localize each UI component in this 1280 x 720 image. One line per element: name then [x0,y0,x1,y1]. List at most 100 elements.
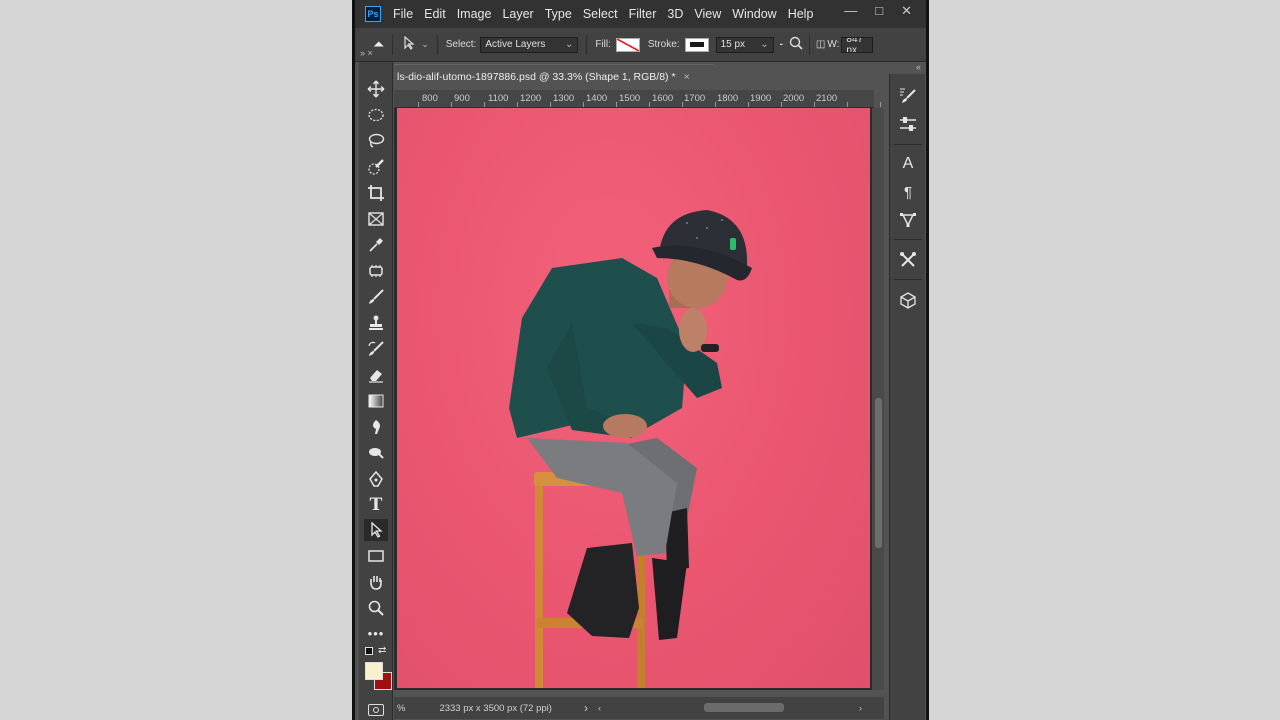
menu-select[interactable]: Select [583,7,618,21]
chevron-down-icon[interactable]: ⌄ [421,39,429,50]
options-bar: ⏶ ⌄ Select: Active Layers ⌄ Fill: Stroke… [355,28,926,62]
character-icon[interactable]: A [898,154,918,174]
patch-icon[interactable] [364,260,388,282]
chevron-down-icon: ⌄ [564,39,574,50]
gradient-icon[interactable] [364,390,388,412]
divider [436,34,438,55]
chevron-down-icon: ⌄ [760,39,769,50]
fill-label: Fill: [595,39,611,50]
divider [808,34,810,55]
status-bar: % 2333 px x 3500 px (72 ppi) › ‹ › [394,697,884,719]
ruler-label: 1900 [750,93,772,104]
fill-swatch[interactable] [615,37,640,52]
hand-icon[interactable] [364,571,388,593]
photoshop-window: Ps File Edit Image Layer Type Select Fil… [355,0,926,720]
move-icon[interactable] [364,78,388,100]
menu-help[interactable]: Help [788,7,814,21]
quick-select-icon[interactable] [364,156,388,178]
width-icon: ◫ [815,39,826,50]
menu-view[interactable]: View [694,7,721,21]
ruler-tick [550,102,551,107]
zoom-status[interactable]: % [397,703,405,714]
minimize-button[interactable]: — [844,3,857,19]
panel-collapse-icon[interactable]: « [889,62,925,74]
stroke-swatch[interactable] [684,37,709,52]
stroke-width-field[interactable]: 15 px ⌄ [715,36,774,53]
ruler-tick [451,102,452,107]
lasso-icon[interactable] [364,130,388,152]
ruler-label: 1700 [684,93,706,104]
ruler-label: 2000 [783,93,805,104]
stroke-label: Stroke: [647,39,680,50]
stroke-width-value: 15 px [720,39,746,50]
menu-3d[interactable]: 3D [667,7,683,21]
paragraph-icon[interactable]: ¶ [898,182,918,202]
history-brush-icon[interactable] [364,338,388,360]
ruler-label: 1300 [553,93,575,104]
document-tab[interactable]: ls-dio-alif-utomo-1897886.psd @ 33.3% (S… [394,64,714,88]
ruler-label: 900 [454,93,470,104]
brush-icon[interactable] [364,286,388,308]
eraser-icon[interactable] [364,364,388,386]
maximize-button[interactable]: □ [875,3,883,19]
menu-layer[interactable]: Layer [502,7,533,21]
eyedropper-icon[interactable] [364,234,388,256]
stamp-icon[interactable] [364,312,388,334]
horizontal-scroll-thumb[interactable] [704,703,784,712]
frame-icon[interactable] [364,208,388,230]
status-arrow-icon[interactable]: › [584,701,588,715]
paths-icon[interactable] [898,210,918,230]
horizontal-ruler: 800 900 1100 1200 1300 1400 1500 1600 17… [394,90,881,108]
menu-edit[interactable]: Edit [424,7,446,21]
adjustments-icon[interactable] [898,114,918,134]
tools-icon[interactable] [898,250,918,270]
close-tab-icon[interactable]: × [684,71,690,83]
divider [894,239,922,240]
ruler-tick [781,102,782,107]
toolbar-header[interactable]: » × [360,48,394,62]
ruler-tick [649,102,650,107]
divider [894,144,922,145]
blur-icon[interactable] [364,416,388,438]
crop-icon[interactable] [364,182,388,204]
rectangle-icon[interactable] [364,545,388,567]
ruler-tick [418,102,419,107]
quick-mask-icon[interactable] [368,704,384,716]
path-select-tool-icon[interactable] [403,35,415,53]
menu-image[interactable]: Image [457,7,492,21]
menu-type[interactable]: Type [545,7,572,21]
width-field[interactable]: 847 px [841,36,874,53]
swap-colors-icon[interactable]: ⇄ [378,645,386,656]
more-tools-icon[interactable]: ••• [364,622,388,644]
vertical-scrollbar[interactable] [872,108,884,690]
ruler-tick [715,102,716,107]
path-select-icon[interactable] [364,519,388,541]
pen-icon[interactable] [364,468,388,490]
ruler-label: 2100 [816,93,838,104]
scroll-thumb[interactable] [875,398,882,548]
scroll-left-icon[interactable]: ‹ [598,703,601,714]
menu-file[interactable]: File [393,7,413,21]
default-colors-icon[interactable] [365,647,373,655]
select-dropdown[interactable]: Active Layers ⌄ [480,36,579,53]
stroke-type-icon[interactable]: - [780,39,783,50]
brush-settings-icon[interactable] [898,86,918,106]
scroll-right-icon[interactable]: › [859,703,862,714]
menu-bar: Ps File Edit Image Layer Type Select Fil… [355,0,926,28]
menu-filter[interactable]: Filter [629,7,657,21]
close-window-button[interactable]: ✕ [901,3,912,19]
zoom-icon[interactable] [364,597,388,619]
photo-illustration [509,210,752,688]
search-icon[interactable] [789,36,803,53]
ruler-tick [517,102,518,107]
menu-window[interactable]: Window [732,7,776,21]
marquee-icon[interactable] [364,104,388,126]
ruler-tick [814,102,815,107]
type-icon[interactable]: T [364,494,388,516]
3d-icon[interactable] [898,290,918,310]
document-canvas[interactable] [397,108,870,688]
ruler-tick [583,102,584,107]
ruler-tick [682,102,683,107]
foreground-color-swatch[interactable] [365,662,383,680]
dodge-icon[interactable] [364,442,388,464]
